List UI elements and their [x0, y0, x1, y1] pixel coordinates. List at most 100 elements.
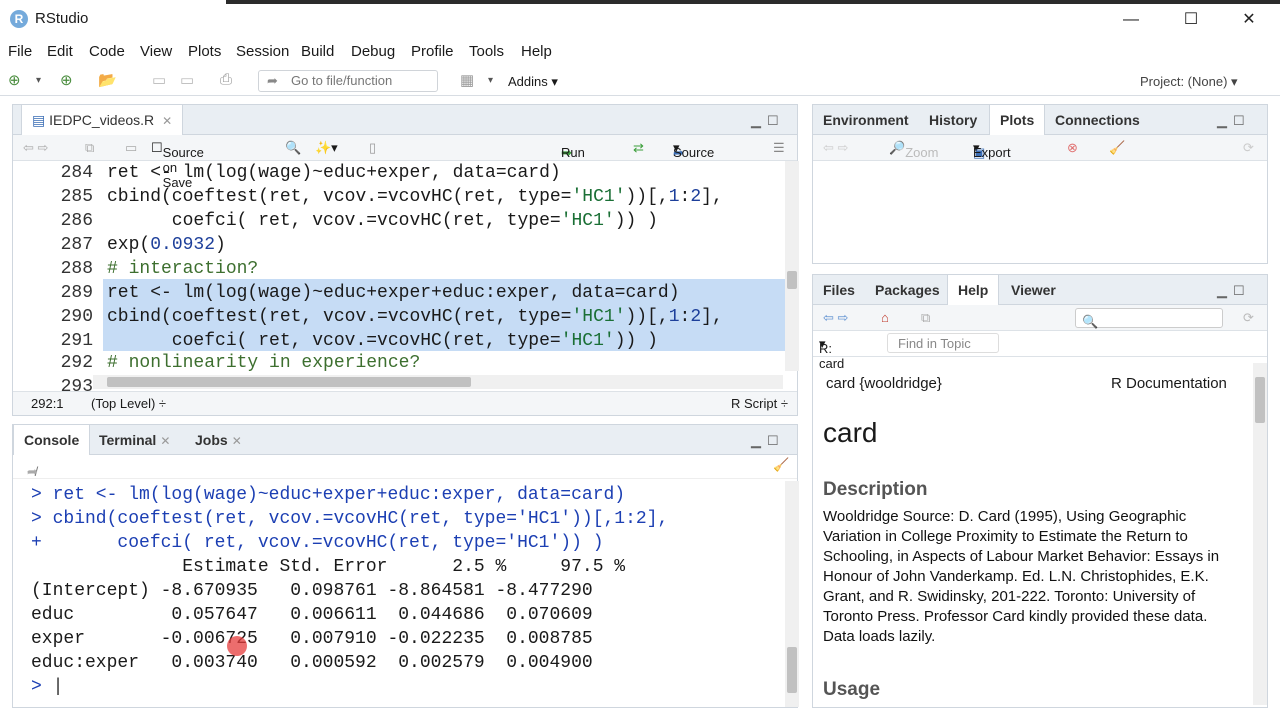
project-menu[interactable]: Project: (None) ▾ [1140, 74, 1238, 90]
env-minmax-icon[interactable]: ▁☐ [1217, 113, 1251, 129]
tab-jobs[interactable]: Jobs ✕ [185, 425, 252, 455]
code-line: ret <- lm(log(wage)~educ+exper, data=car… [107, 163, 561, 183]
tab-plots[interactable]: Plots [989, 105, 1046, 136]
help-vscroll-thumb[interactable] [1255, 377, 1265, 423]
tab-history[interactable]: History [919, 105, 987, 135]
close-tab-icon[interactable]: ✕ [162, 114, 172, 128]
menu-debug[interactable]: Debug [351, 43, 395, 60]
grid-layout-icon[interactable]: ▦ [460, 71, 474, 89]
editor-statusbar: 292:1 (Top Level) ÷ R Script ÷ [13, 391, 797, 415]
menu-session[interactable]: Session [236, 43, 289, 60]
tab-environment[interactable]: Environment [813, 105, 919, 135]
tab-files[interactable]: Files [813, 275, 865, 305]
editor-pane: ▤ IEDPC_videos.R ✕ ▁☐ ⇦ ⇨ ⧉ ▭ ☐ Source o… [12, 104, 799, 416]
line-number: 287 [60, 235, 93, 255]
help-window-icon[interactable]: ⧉ [921, 310, 930, 326]
help-tabbar: Files Packages Help Viewer ▁☐ [813, 275, 1267, 306]
minimize-icon[interactable]: — [1108, 6, 1154, 34]
outline-icon[interactable]: ☰ [773, 140, 785, 156]
code-line: coefci( ret, vcov.=vcovHC(ret, type='HC1… [107, 211, 658, 231]
save-all-icon[interactable]: ▭ [180, 71, 194, 89]
tab-jobs-label: Jobs [195, 432, 228, 448]
new-project-icon[interactable]: ⊕ [60, 71, 73, 89]
editor-tab[interactable]: ▤ IEDPC_videos.R ✕ [21, 105, 184, 136]
line-number: 285 [60, 187, 93, 207]
help-refresh-icon[interactable]: ⟳ [1243, 310, 1254, 326]
source-button[interactable]: ➦ Source ▾ [673, 140, 714, 160]
menu-tools[interactable]: Tools [469, 43, 504, 60]
show-in-window-icon[interactable]: ⧉ [85, 140, 94, 156]
line-number: 292 [60, 353, 93, 373]
help-minmax-icon[interactable]: ▁☐ [1217, 283, 1251, 299]
source-label: Source [673, 145, 715, 160]
back-icon[interactable]: ⇦ ⇨ [23, 140, 48, 156]
editor-hscroll[interactable] [93, 375, 783, 389]
plot-nav-icon[interactable]: ⇦ ⇨ [823, 140, 848, 156]
menu-edit[interactable]: Edit [47, 43, 73, 60]
compile-report-icon[interactable]: ▯ [369, 140, 376, 156]
source-on-save-checkbox[interactable]: ☐ Source on Save [151, 140, 204, 190]
editor-vscroll[interactable] [785, 161, 799, 371]
help-home-icon[interactable]: ⌂ [881, 310, 889, 325]
console-vscroll[interactable] [785, 481, 799, 707]
help-nav-icon[interactable]: ⇦ ⇨ [823, 310, 848, 326]
goto-dir-icon[interactable]: ➦ [27, 464, 38, 480]
find-in-topic-input[interactable]: Find in Topic [887, 333, 999, 353]
addins-menu[interactable]: Addins ▾ [508, 74, 558, 90]
code-line: cbind(coeftest(ret, vcov.=vcovHC(ret, ty… [107, 307, 723, 327]
code-line: # interaction? [107, 259, 259, 279]
console-prompt[interactable]: > | [31, 677, 63, 697]
new-file-dropdown-icon[interactable]: ▾ [36, 75, 41, 86]
clear-plots-icon[interactable]: 🧹 [1109, 140, 1125, 156]
addins-label: Addins [508, 74, 548, 89]
new-file-icon[interactable]: ⊕ [8, 71, 21, 89]
close-window-icon[interactable]: ✕ [1226, 6, 1272, 34]
menu-help[interactable]: Help [521, 43, 552, 60]
topic-scope-select[interactable]: R: card ▾ [819, 336, 844, 371]
prompt-label: > [31, 677, 53, 697]
tab-help[interactable]: Help [947, 275, 1000, 306]
tab-packages[interactable]: Packages [865, 275, 950, 305]
text-cursor: | [52, 677, 64, 697]
goto-file-input[interactable]: ➦ Go to file/function [258, 70, 438, 92]
export-label: Export [973, 145, 1011, 160]
menu-file[interactable]: File [8, 43, 32, 60]
file-type-selector[interactable]: R Script ÷ [731, 396, 788, 411]
close-jobs-icon[interactable]: ✕ [232, 434, 242, 448]
save-icon[interactable]: ▭ [152, 71, 166, 89]
tab-console[interactable]: Console [13, 425, 91, 456]
print-icon[interactable]: ⎙ [220, 71, 232, 88]
scope-selector[interactable]: (Top Level) ÷ [91, 396, 166, 411]
menu-profile[interactable]: Profile [411, 43, 454, 60]
maximize-icon[interactable]: ☐ [1168, 6, 1214, 34]
export-button[interactable]: ▣ Export ▾ [973, 140, 1011, 160]
refresh-plot-icon[interactable]: ⟳ [1243, 140, 1254, 156]
editor-minmax-icon[interactable]: ▁☐ [751, 113, 785, 129]
menu-plots[interactable]: Plots [188, 43, 221, 60]
console-vscroll-thumb[interactable] [787, 647, 797, 693]
menu-build[interactable]: Build [301, 43, 334, 60]
menu-code[interactable]: Code [89, 43, 125, 60]
open-file-icon[interactable]: 📂 [98, 71, 117, 89]
menu-view[interactable]: View [140, 43, 172, 60]
files-help-pane: Files Packages Help Viewer ▁☐ ⇦ ⇨ ⌂ ⧉ 🔍 … [812, 274, 1268, 708]
code-tools-icon[interactable]: ✨▾ [315, 140, 338, 156]
console-line: Estimate Std. Error 2.5 % 97.5 % [31, 557, 626, 577]
tab-viewer[interactable]: Viewer [1001, 275, 1066, 305]
layout-dropdown-icon[interactable]: ▾ [488, 75, 493, 86]
editor-vscroll-thumb[interactable] [787, 271, 797, 289]
tab-connections[interactable]: Connections [1045, 105, 1150, 135]
zoom-button[interactable]: 🔎 Zoom [889, 140, 938, 160]
tab-terminal-label: Terminal [99, 432, 157, 448]
help-vscroll[interactable] [1253, 363, 1267, 705]
clear-console-icon[interactable]: 🧹 [773, 457, 789, 473]
console-minmax-icon[interactable]: ▁☐ [751, 433, 785, 449]
editor-hscroll-thumb[interactable] [107, 377, 471, 387]
save-doc-icon[interactable]: ▭ [125, 140, 137, 156]
tab-terminal[interactable]: Terminal ✕ [89, 425, 180, 455]
rerun-icon[interactable]: ⇄ [633, 140, 644, 156]
search-icon[interactable]: 🔍 [285, 140, 301, 156]
remove-plot-icon[interactable]: ⊗ [1067, 140, 1078, 156]
close-terminal-icon[interactable]: ✕ [160, 434, 170, 448]
help-search-input[interactable]: 🔍 [1075, 308, 1223, 329]
